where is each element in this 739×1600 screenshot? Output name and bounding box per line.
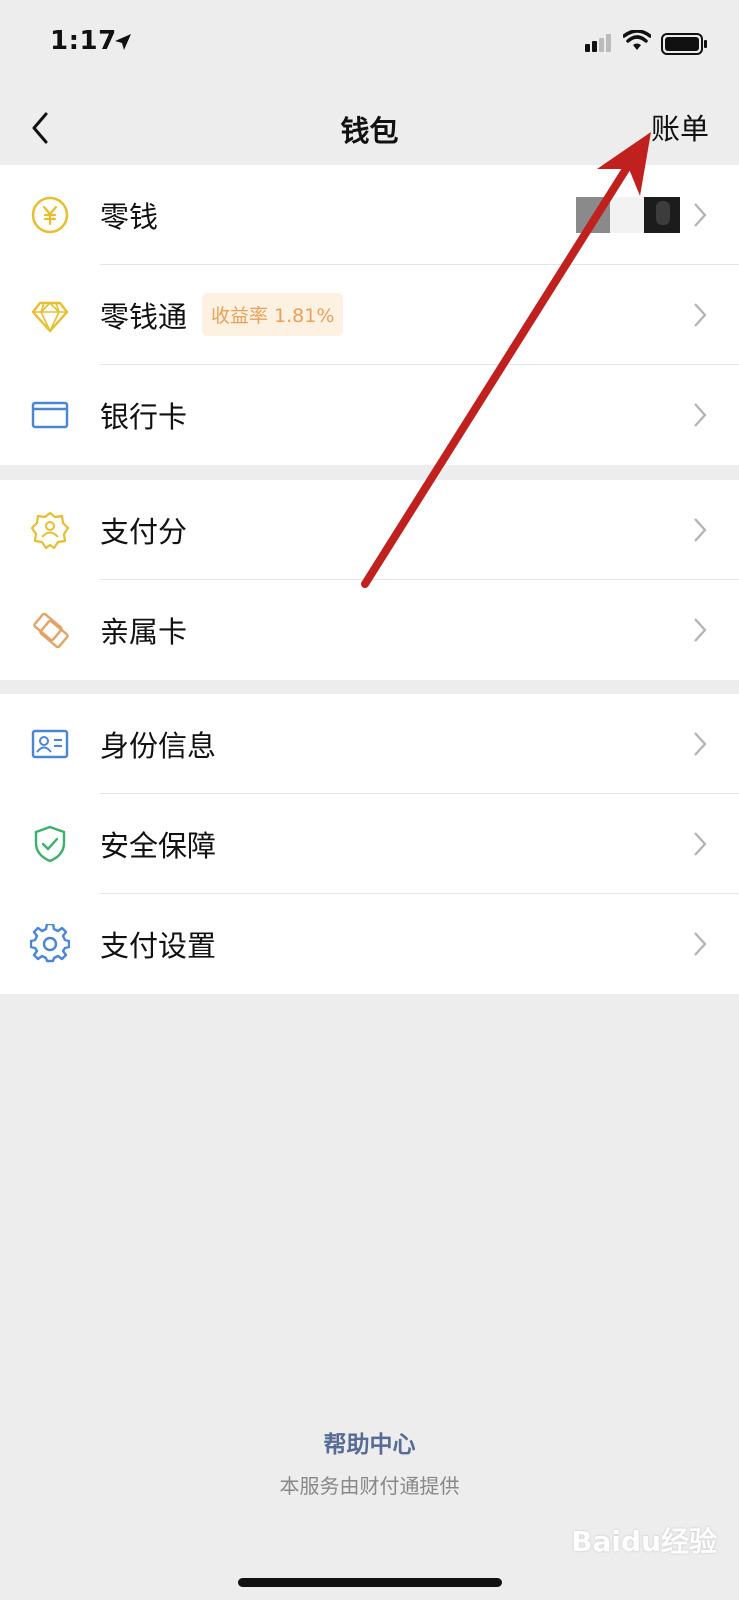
status-bar: 1:17: [0, 0, 739, 90]
gear-icon: [30, 924, 70, 963]
list-item-label: 银行卡: [100, 400, 188, 434]
list-item-change[interactable]: 零钱: [0, 165, 739, 265]
list-item-bank-card[interactable]: 银行卡: [0, 365, 739, 465]
family-card-icon: [33, 612, 69, 649]
masked-balance: [576, 197, 680, 233]
list-item-change-plus[interactable]: 零钱通 收益率 1.81%: [0, 265, 739, 365]
list-item-label: 支付设置: [100, 929, 217, 963]
list-item-security[interactable]: 安全保障: [0, 794, 739, 894]
status-time: 1:17: [50, 26, 117, 56]
chevron-right-icon: [694, 832, 707, 856]
chevron-right-icon: [694, 618, 707, 642]
chevron-right-icon: [694, 303, 707, 327]
id-card-icon: [31, 729, 69, 759]
home-indicator[interactable]: [238, 1578, 502, 1587]
chevron-right-icon: [694, 518, 707, 542]
list-item-label: 支付分: [100, 515, 188, 549]
list-item-label: 安全保障: [100, 829, 217, 863]
wifi-icon: [623, 30, 651, 50]
chevron-right-icon: [694, 732, 707, 756]
chevron-right-icon: [694, 203, 707, 227]
wallet-group-balance: 零钱 零钱通 收益率 1.81% 银行卡: [0, 165, 739, 465]
list-item-label: 零钱通: [100, 300, 188, 334]
yield-rate-badge: 收益率 1.81%: [202, 293, 344, 336]
list-item-pay-settings[interactable]: 支付设置: [0, 894, 739, 994]
cellular-signal-icon: [585, 34, 611, 52]
list-item-family-card[interactable]: 亲属卡: [0, 580, 739, 680]
list-item-label: 零钱: [100, 200, 159, 234]
diamond-icon: [31, 301, 69, 333]
list-item-label: 亲属卡: [100, 615, 188, 649]
help-center-link[interactable]: 帮助中心: [0, 1425, 739, 1459]
wallet-group-services: 支付分 亲属卡: [0, 480, 739, 680]
chevron-right-icon: [694, 403, 707, 427]
provider-note: 本服务由财付通提供: [279, 1474, 460, 1498]
wallet-group-settings: 身份信息 安全保障 支付设置: [0, 694, 739, 994]
shield-check-icon: [34, 825, 66, 863]
list-item-label: 身份信息: [100, 729, 217, 763]
battery-icon: [661, 33, 707, 55]
baidu-watermark: Baidu经验: [571, 1525, 717, 1558]
yuan-coin-icon: [31, 196, 69, 234]
credit-score-icon: [30, 511, 70, 550]
nav-bar: 钱包 账单: [0, 90, 739, 165]
bank-card-icon: [31, 401, 69, 429]
chevron-right-icon: [694, 932, 707, 956]
list-item-payscore[interactable]: 支付分: [0, 480, 739, 580]
bill-button[interactable]: 账单: [651, 106, 709, 148]
page-title: 钱包: [340, 114, 399, 148]
location-arrow-icon: [115, 34, 131, 50]
list-item-identity[interactable]: 身份信息: [0, 694, 739, 794]
